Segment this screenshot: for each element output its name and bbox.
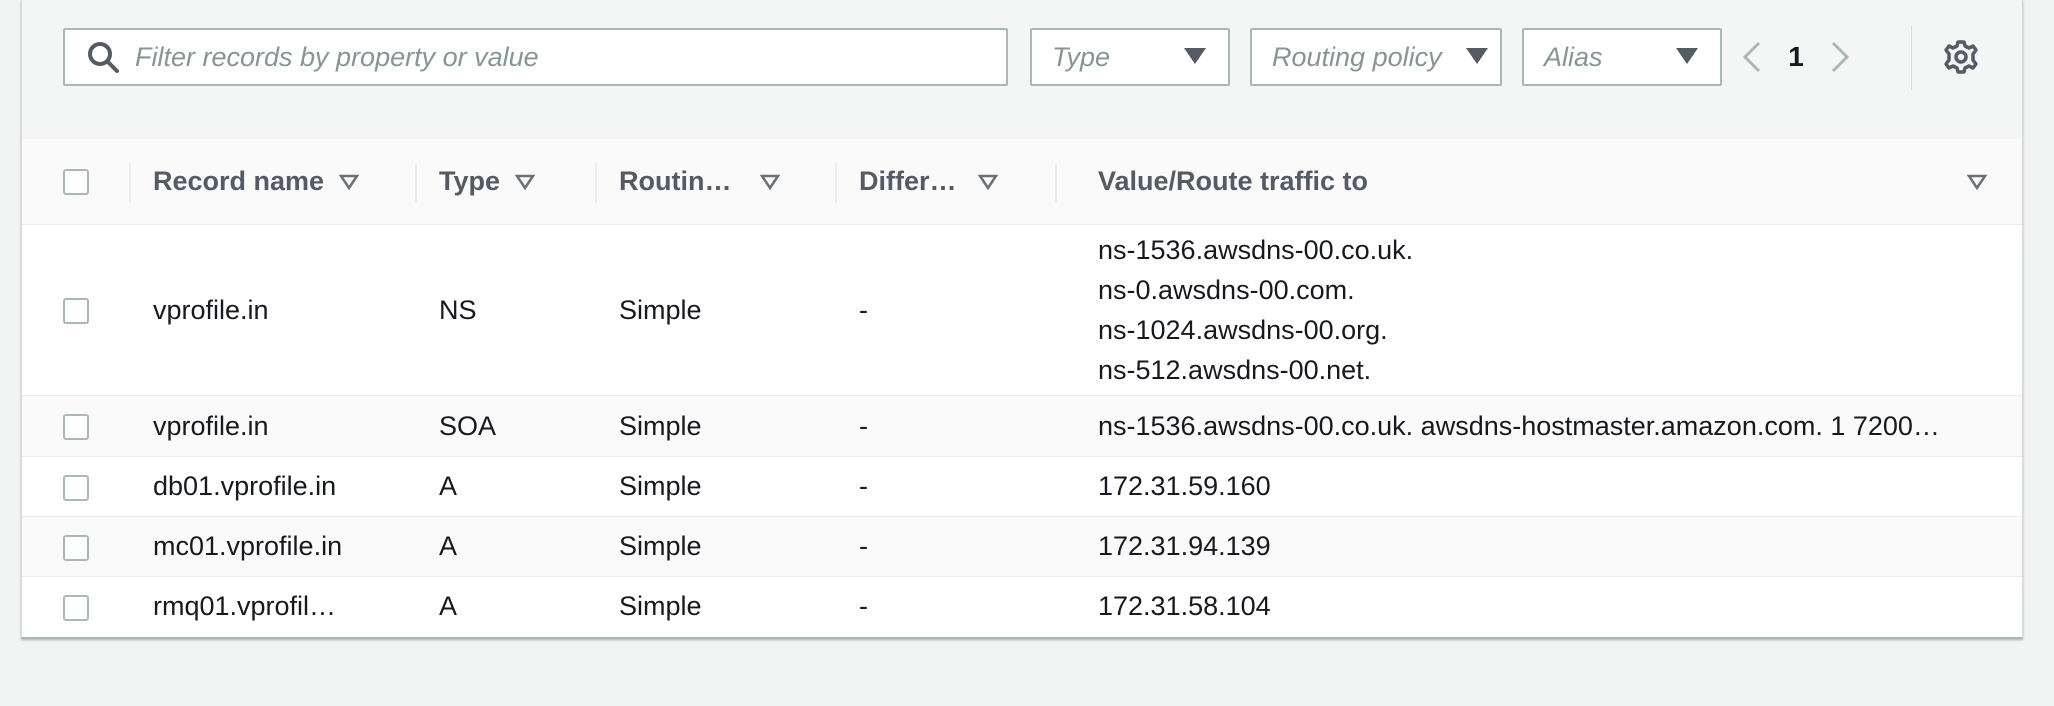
value-line: ns-0.awsdns-00.com. [1098, 275, 1355, 305]
caret-down-icon [1184, 48, 1206, 64]
sort-triangle-icon [1966, 174, 1988, 190]
row-select-cell [22, 224, 131, 396]
differentiator-cell: - [837, 516, 1057, 577]
record-name-cell: mc01.vprofile.in [131, 516, 417, 577]
row-checkbox[interactable] [63, 414, 89, 441]
routing-cell: Simple [597, 576, 837, 637]
routing-cell: Simple [597, 395, 837, 457]
row-select-cell [22, 456, 131, 517]
column-header-type[interactable]: Type [417, 139, 597, 225]
alias-filter-select[interactable]: Alias [1522, 28, 1722, 86]
caret-down-icon [1466, 48, 1488, 64]
column-header-routing-policy[interactable]: Routin… [597, 139, 837, 225]
column-header-label: Routin… [619, 166, 732, 196]
column-header-label: Record name [153, 166, 325, 196]
routing-cell: Simple [597, 456, 837, 517]
row-select-cell [22, 516, 131, 577]
select-all-header [22, 139, 131, 225]
next-page-button[interactable] [1820, 37, 1860, 77]
value-cell: ns-1536.awsdns-00.co.uk. ns-0.awsdns-00.… [1057, 224, 2022, 396]
alias-filter-label: Alias [1544, 41, 1603, 72]
value-cell: 172.31.94.139 [1057, 516, 2022, 577]
records-toolbar: Type Routing policy Alias 1 [22, 0, 2022, 140]
value-cell: ns-1536.awsdns-00.co.uk. awsdns-hostmast… [1057, 395, 2022, 457]
type-cell: A [417, 576, 597, 637]
routing-cell: Simple [597, 224, 837, 396]
column-header-label: Type [439, 166, 501, 196]
filter-records-field[interactable] [63, 28, 1008, 86]
row-select-cell [22, 395, 131, 457]
sort-triangle-icon [760, 174, 781, 190]
value-line: ns-512.awsdns-00.net. [1098, 355, 1372, 385]
records-table: Record name Type Routin… Differ… Value/R… [22, 139, 2022, 637]
row-checkbox[interactable] [63, 595, 89, 622]
sort-triangle-icon [338, 174, 360, 190]
type-cell: A [417, 456, 597, 517]
column-header-label: Value/Route traffic to [1098, 166, 1369, 196]
table-row[interactable]: vprofile.in SOA Simple - ns-1536.awsdns-… [22, 395, 2022, 457]
differentiator-cell: - [837, 456, 1057, 517]
column-header-value[interactable]: Value/Route traffic to [1057, 139, 2022, 225]
caret-down-icon [1676, 48, 1698, 64]
type-filter-label: Type [1052, 41, 1111, 72]
type-cell: A [417, 516, 597, 577]
routing-policy-filter-label: Routing policy [1272, 41, 1442, 72]
pagination: 1 [1732, 28, 1860, 86]
table-row[interactable]: db01.vprofile.in A Simple - 172.31.59.16… [22, 456, 2022, 517]
routing-cell: Simple [597, 516, 837, 577]
current-page-number[interactable]: 1 [1772, 41, 1820, 73]
differentiator-cell: - [837, 224, 1057, 396]
value-line: ns-1024.awsdns-00.org. [1098, 315, 1388, 345]
table-header-row: Record name Type Routin… Differ… Value/R… [22, 139, 2022, 225]
record-name-cell: db01.vprofile.in [131, 456, 417, 517]
settings-gear-icon[interactable] [1942, 38, 1980, 76]
table-row[interactable]: rmq01.vprofil… A Simple - 172.31.58.104 [22, 576, 2022, 637]
value-line: ns-1536.awsdns-00.co.uk. [1098, 235, 1414, 265]
type-cell: NS [417, 224, 597, 396]
column-header-label: Differ… [859, 166, 957, 196]
value-cell: 172.31.59.160 [1057, 456, 2022, 517]
chevron-right-icon [1831, 41, 1850, 73]
column-header-differentiator[interactable]: Differ… [837, 139, 1057, 225]
chevron-left-icon [1742, 41, 1761, 73]
routing-policy-filter-select[interactable]: Routing policy [1250, 28, 1502, 86]
record-name-cell: vprofile.in [131, 224, 417, 396]
toolbar-divider [1911, 26, 1912, 90]
column-header-record-name[interactable]: Record name [131, 139, 417, 225]
record-name-cell: vprofile.in [131, 395, 417, 457]
search-icon [88, 42, 119, 73]
row-select-cell [22, 576, 131, 637]
row-checkbox[interactable] [63, 534, 89, 561]
filter-records-input[interactable] [133, 40, 1006, 74]
sort-triangle-icon [514, 174, 536, 190]
record-name-cell: rmq01.vprofil… [131, 576, 417, 637]
type-cell: SOA [417, 395, 597, 457]
previous-page-button[interactable] [1732, 37, 1772, 77]
value-cell: 172.31.58.104 [1057, 576, 2022, 637]
select-all-checkbox[interactable] [63, 168, 89, 195]
differentiator-cell: - [837, 576, 1057, 637]
differentiator-cell: - [837, 395, 1057, 457]
table-row[interactable]: vprofile.in NS Simple - ns-1536.awsdns-0… [22, 224, 2022, 396]
sort-triangle-icon [977, 174, 998, 190]
row-checkbox[interactable] [63, 474, 89, 501]
table-row[interactable]: mc01.vprofile.in A Simple - 172.31.94.13… [22, 516, 2022, 577]
type-filter-select[interactable]: Type [1030, 28, 1230, 86]
row-checkbox[interactable] [63, 298, 89, 325]
records-panel: Type Routing policy Alias 1 [21, 0, 2023, 639]
